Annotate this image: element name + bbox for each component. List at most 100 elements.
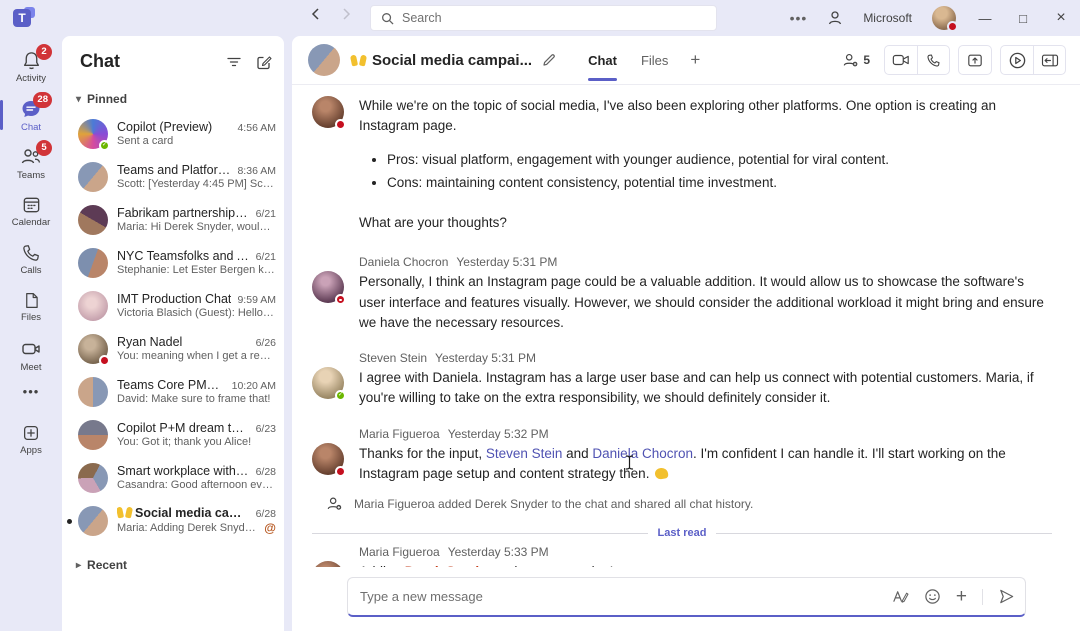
tab-chat[interactable]: Chat bbox=[578, 36, 627, 85]
avatar bbox=[78, 205, 108, 235]
brand-label: Microsoft bbox=[863, 11, 912, 25]
rail-item-calls[interactable]: Calls bbox=[0, 236, 62, 282]
search-bar[interactable] bbox=[370, 5, 717, 31]
forward-icon[interactable] bbox=[340, 8, 352, 20]
chat-row-time: 6/28 bbox=[256, 466, 276, 478]
chat-row-time: 10:20 AM bbox=[232, 380, 276, 392]
chat-row-ryan-nadel[interactable]: Ryan Nadel6/26 You: meaning when I get a… bbox=[62, 327, 284, 370]
conversation-pane: Social media campai... Chat Files + 5 bbox=[292, 36, 1080, 631]
message-author: Steven Stein bbox=[359, 351, 427, 365]
rail-item-activity[interactable]: 2 Activity bbox=[0, 44, 62, 90]
chat-row-preview: Stephanie: Let Ester Bergen know ... bbox=[117, 264, 276, 276]
add-tab-button[interactable]: + bbox=[682, 50, 708, 70]
phone-icon bbox=[21, 243, 41, 263]
chat-row-title: IMT Production Chat bbox=[117, 292, 231, 306]
send-icon[interactable] bbox=[998, 588, 1015, 605]
chat-row-title: Teams Core PMM te... bbox=[117, 378, 226, 392]
busy-status-icon bbox=[99, 355, 110, 366]
meet-now-icon[interactable] bbox=[1001, 46, 1033, 74]
chat-row-social-media-campaign[interactable]: Social media camp... 6/28 Maria: Adding … bbox=[62, 499, 284, 542]
chat-row-teams-core-pmm[interactable]: Teams Core PMM te... 10:20 AM David: Make… bbox=[62, 370, 284, 413]
chat-row-preview: Maria: Adding Derek Snyder t... bbox=[117, 522, 260, 534]
chat-row-fabrikam[interactable]: Fabrikam partnership co...6/21 Maria: Hi… bbox=[62, 198, 284, 241]
rail-item-files[interactable]: Files bbox=[0, 284, 62, 330]
video-call-icon[interactable] bbox=[885, 46, 917, 74]
account-icon[interactable] bbox=[827, 10, 843, 26]
roster-button[interactable]: 5 bbox=[842, 52, 870, 68]
avatar bbox=[78, 506, 108, 536]
chat-row-teams-platform[interactable]: Teams and Platform ...8:36 AM Scott: [Ye… bbox=[62, 155, 284, 198]
compose-box[interactable]: + bbox=[347, 577, 1026, 617]
message-input[interactable] bbox=[360, 589, 892, 604]
conversation-title: Social media campai... bbox=[372, 52, 532, 69]
file-icon bbox=[22, 291, 41, 310]
mention-link[interactable]: Daniela Chocron bbox=[592, 446, 693, 461]
chat-row-copilot-dream-team[interactable]: Copilot P+M dream team6/23 You: Got it; … bbox=[62, 413, 284, 456]
rail-item-teams[interactable]: 5 Teams bbox=[0, 140, 62, 186]
chat-row-copilot[interactable]: ✓ Copilot (Preview)4:56 AM Sent a card bbox=[62, 112, 284, 155]
pinned-section-header[interactable]: ▾ Pinned bbox=[62, 82, 284, 112]
new-chat-icon[interactable] bbox=[256, 54, 272, 70]
message-time: Yesterday 5:33 PM bbox=[448, 545, 549, 559]
mention-link[interactable]: Steven Stein bbox=[486, 446, 563, 461]
audio-call-icon[interactable] bbox=[917, 46, 949, 74]
available-status-icon: ✓ bbox=[99, 140, 110, 151]
self-mention[interactable]: Derek Snyder bbox=[405, 564, 492, 567]
avatar: ✓ bbox=[78, 119, 108, 149]
format-icon[interactable] bbox=[892, 589, 909, 604]
chevron-right-icon: ▸ bbox=[76, 560, 81, 571]
chat-row-imt[interactable]: IMT Production Chat9:59 AM Victoria Blas… bbox=[62, 284, 284, 327]
back-icon[interactable] bbox=[310, 8, 322, 20]
rail-item-chat[interactable]: 28 Chat bbox=[0, 92, 62, 138]
minimize-button[interactable]: — bbox=[976, 11, 994, 26]
chat-row-preview: Casandra: Good afternoon everyon... bbox=[117, 479, 276, 491]
search-input[interactable] bbox=[402, 11, 706, 25]
message-time: Yesterday 5:31 PM bbox=[435, 351, 536, 365]
dnd-status-icon bbox=[335, 294, 346, 305]
rail-item-meet[interactable]: Meet bbox=[0, 332, 62, 378]
people-count-label: 5 bbox=[863, 53, 870, 67]
message-list[interactable]: While we're on the topic of social media… bbox=[292, 86, 1074, 567]
rename-chat-icon[interactable] bbox=[542, 53, 556, 67]
rail-item-calendar[interactable]: Calendar bbox=[0, 188, 62, 234]
message-daniela: Daniela ChocronYesterday 5:31 PM Persona… bbox=[312, 255, 1052, 333]
group-avatar[interactable] bbox=[308, 44, 340, 76]
message-time: Yesterday 5:32 PM bbox=[448, 427, 549, 441]
recent-section-header[interactable]: ▸ Recent bbox=[62, 548, 284, 578]
tab-files[interactable]: Files bbox=[631, 36, 678, 85]
chat-row-time: 6/23 bbox=[256, 423, 276, 435]
chat-row-nyc[interactable]: NYC Teamsfolks and Alli...6/21 Stephanie… bbox=[62, 241, 284, 284]
chat-row-time: 4:56 AM bbox=[237, 122, 276, 134]
pinned-label: Pinned bbox=[87, 92, 127, 106]
emoji-icon[interactable] bbox=[924, 588, 941, 605]
attach-plus-icon[interactable]: + bbox=[956, 587, 967, 606]
titlebar-more-icon[interactable]: ••• bbox=[790, 10, 808, 26]
chat-row-preview: David: Make sure to frame that! bbox=[117, 393, 276, 405]
chat-list-panel: Chat ▾ Pinned ✓ Copilot (Preview)4:56 AM… bbox=[62, 36, 284, 631]
maximize-button[interactable]: □ bbox=[1014, 11, 1032, 26]
titlebar: T ••• Microsoft — □ × bbox=[0, 0, 1080, 36]
recent-label: Recent bbox=[87, 558, 127, 572]
filter-icon[interactable] bbox=[226, 54, 242, 70]
hands-emoji-icon bbox=[351, 55, 366, 66]
chat-row-time: 8:36 AM bbox=[237, 165, 276, 177]
profile-avatar[interactable] bbox=[932, 6, 956, 30]
avatar bbox=[78, 377, 108, 407]
rail-label-teams: Teams bbox=[17, 170, 45, 181]
avatar bbox=[78, 463, 108, 493]
open-side-pane-icon[interactable] bbox=[1033, 46, 1065, 74]
rail-more-icon[interactable]: ••• bbox=[0, 380, 62, 402]
rail-item-apps[interactable]: Apps bbox=[0, 416, 62, 462]
avatar bbox=[312, 443, 344, 475]
list-item: Cons: maintaining content consistency, p… bbox=[387, 173, 1052, 193]
message-time: Yesterday 5:31 PM bbox=[456, 255, 557, 269]
message-maria-adding: Maria FigueroaYesterday 5:33 PM Adding D… bbox=[312, 545, 1052, 567]
close-button[interactable]: × bbox=[1052, 9, 1070, 27]
share-screen-icon[interactable] bbox=[959, 46, 991, 74]
chat-row-preview: You: Got it; thank you Alice! bbox=[117, 436, 276, 448]
chat-row-smart-workplace[interactable]: Smart workplace with Te...6/28 Casandra:… bbox=[62, 456, 284, 499]
chat-row-preview: Maria: Hi Derek Snyder, would you... bbox=[117, 221, 276, 233]
message-text: Adding Derek Snyder to the conversation!… bbox=[359, 562, 1052, 567]
system-message-text: Maria Figueroa added Derek Snyder to the… bbox=[354, 497, 753, 511]
pros-cons-list: Pros: visual platform, engagement with y… bbox=[369, 150, 1052, 194]
